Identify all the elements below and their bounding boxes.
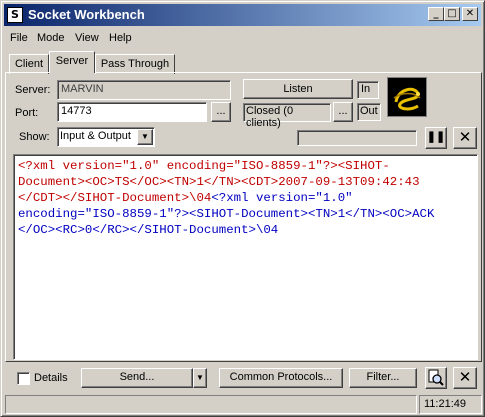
send-dropdown-chevron-icon[interactable]: ▼ [193, 368, 207, 388]
filter-button[interactable]: Filter... [349, 368, 417, 388]
status-browse-button[interactable]: ... [333, 102, 353, 122]
send-button[interactable]: Send... [81, 368, 193, 388]
maximize-button[interactable]: □ [444, 7, 460, 21]
magnifier-icon [428, 369, 444, 386]
tab-server[interactable]: Server [49, 51, 95, 73]
port-input[interactable]: 14773 [57, 102, 207, 122]
common-protocols-button[interactable]: Common Protocols... [219, 368, 343, 388]
menu-file[interactable]: File [10, 32, 28, 44]
app-logo [387, 77, 427, 117]
output-line: Document><OC>TS</OC><TN>1</TN><CDT>2007-… [18, 175, 420, 189]
status-bar: 11:21:49 [5, 395, 482, 414]
details-label: Details [34, 372, 68, 384]
port-label: Port: [15, 107, 39, 119]
chevron-down-icon[interactable]: ▼ [137, 129, 153, 145]
details-checkbox[interactable] [17, 372, 30, 385]
tab-client[interactable]: Client [9, 54, 49, 74]
out-indicator: Out [357, 103, 381, 121]
pause-icon[interactable]: ❚❚ [425, 127, 447, 149]
output-line-input-part: </CDT></SIHOT-Document>\04 [18, 191, 212, 205]
output-line-output-part: <?xml version="1.0" [211, 191, 353, 205]
show-select-value: Input & Output [60, 130, 131, 142]
status-time: 11:21:49 [419, 395, 482, 414]
show-select[interactable]: Input & Output ▼ [57, 127, 155, 147]
app-window: S Socket Workbench _ □ ✕ File Mode View … [0, 0, 485, 417]
server-name-field: MARVIN [57, 80, 231, 100]
progress-bar [297, 130, 417, 146]
status-message-cell [5, 395, 417, 414]
minimize-button[interactable]: _ [428, 7, 444, 21]
listen-button[interactable]: Listen [243, 79, 353, 99]
menu-mode[interactable]: Mode [37, 32, 65, 44]
swirl-logo-icon [393, 87, 421, 111]
output-text-area[interactable]: <?xml version="1.0" encoding="ISO-8859-1… [13, 154, 478, 360]
port-browse-button[interactable]: ... [211, 102, 231, 122]
find-icon[interactable] [425, 367, 447, 389]
clear-output-icon[interactable]: ✕ [453, 367, 477, 389]
menu-view[interactable]: View [75, 32, 99, 44]
app-icon[interactable]: S [7, 7, 23, 23]
tab-pass-through[interactable]: Pass Through [95, 54, 175, 74]
clear-icon[interactable]: ✕ [453, 127, 477, 149]
connection-status: Closed (0 clients) [243, 103, 331, 129]
output-line: </CDT></SIHOT-Document>\04<?xml version=… [18, 190, 473, 206]
close-button[interactable]: ✕ [462, 7, 478, 21]
in-indicator: In [357, 81, 379, 99]
server-label: Server: [15, 84, 51, 96]
menu-help[interactable]: Help [109, 32, 132, 44]
output-line: <?xml version="1.0" encoding="ISO-8859-1… [18, 159, 390, 173]
show-label: Show: [19, 131, 50, 143]
output-line: encoding="ISO-8859-1"?><SIHOT-Document><… [18, 207, 435, 221]
output-line: </OC><RC>0</RC></SIHOT-Document>\04 [18, 223, 279, 237]
title-bar[interactable]: S Socket Workbench _ □ ✕ [4, 4, 481, 26]
window-title: Socket Workbench [28, 7, 145, 22]
